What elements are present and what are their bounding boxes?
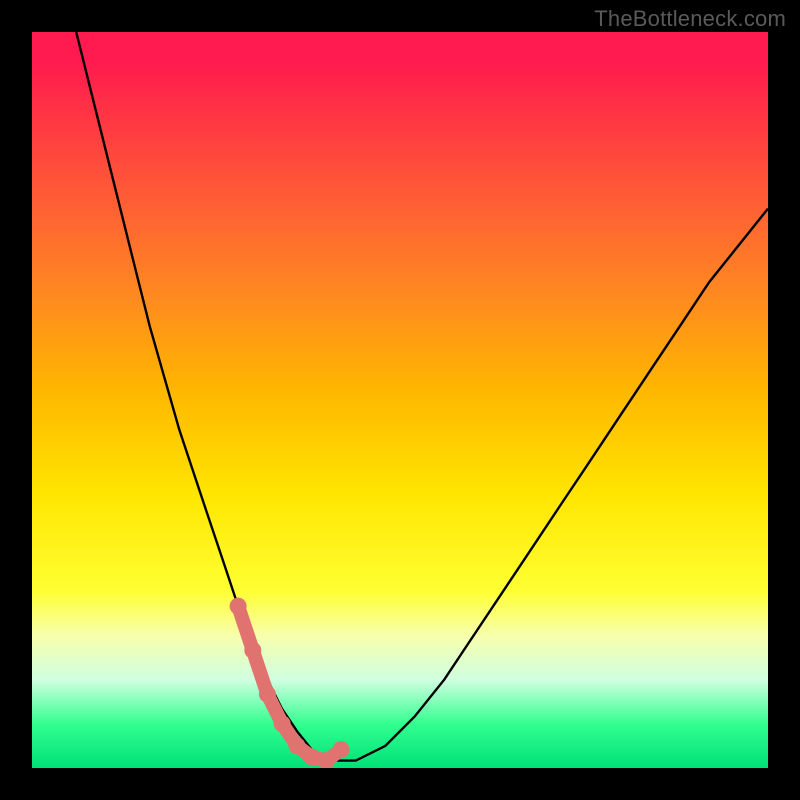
highlight-marker <box>244 642 261 659</box>
highlight-marker <box>289 737 306 754</box>
highlight-marker <box>274 715 291 732</box>
highlight-marker <box>303 749 320 766</box>
chart-container: TheBottleneck.com <box>0 0 800 800</box>
optimal-range-highlight <box>230 598 350 768</box>
highlight-marker <box>230 598 247 615</box>
highlight-marker <box>259 686 276 703</box>
highlight-marker <box>333 741 350 758</box>
watermark-text: TheBottleneck.com <box>594 6 786 32</box>
chart-overlay <box>32 32 768 768</box>
bottleneck-curve <box>76 32 768 761</box>
optimal-range-line <box>238 606 341 761</box>
plot-area <box>32 32 768 768</box>
